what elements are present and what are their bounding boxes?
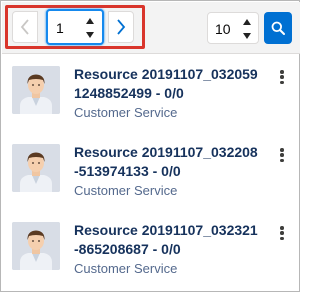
decrement-arrow-icon[interactable]	[86, 32, 94, 38]
search-icon	[271, 21, 285, 35]
item-subtitle: Customer Service	[74, 105, 178, 120]
kebab-menu-icon[interactable]	[275, 145, 289, 165]
item-title[interactable]: Resource 20191107_032321 -865208687 - 0/…	[74, 221, 274, 259]
page-size-input[interactable]: 10	[207, 12, 259, 44]
next-page-button[interactable]	[108, 11, 134, 43]
decrement-arrow-icon[interactable]	[243, 33, 251, 39]
list-item[interactable]: Resource 20191107_032208 -513974133 - 0/…	[2, 141, 300, 211]
kebab-menu-icon[interactable]	[275, 67, 289, 87]
search-button[interactable]	[264, 12, 292, 44]
user-avatar-icon	[12, 144, 60, 192]
page-number-value: 1	[56, 20, 64, 36]
item-subtitle: Customer Service	[74, 261, 178, 276]
list-item[interactable]: Resource 20191107_032059 1248852499 - 0/…	[2, 63, 300, 133]
page-number-input[interactable]: 1	[46, 9, 104, 45]
item-subtitle: Customer Service	[74, 183, 178, 198]
previous-page-button[interactable]	[12, 11, 38, 43]
item-title[interactable]: Resource 20191107_032208 -513974133 - 0/…	[74, 143, 274, 181]
pagination-toolbar: 1 10	[2, 2, 300, 54]
user-avatar-icon	[12, 222, 60, 270]
chevron-left-icon	[20, 19, 29, 35]
item-title[interactable]: Resource 20191107_032059 1248852499 - 0/…	[74, 65, 274, 103]
increment-arrow-icon[interactable]	[86, 18, 94, 24]
list-item[interactable]: Resource 20191107_032321 -865208687 - 0/…	[2, 219, 300, 289]
increment-arrow-icon[interactable]	[243, 19, 251, 25]
page-number-stepper[interactable]	[85, 18, 95, 38]
chevron-right-icon	[117, 19, 126, 35]
page-size-value: 10	[215, 21, 231, 37]
page-size-stepper[interactable]	[242, 19, 252, 39]
kebab-menu-icon[interactable]	[275, 223, 289, 243]
resource-list-panel: 1 10 Resource 20191107_032059 1248852499…	[0, 0, 300, 292]
user-avatar-icon	[12, 66, 60, 114]
